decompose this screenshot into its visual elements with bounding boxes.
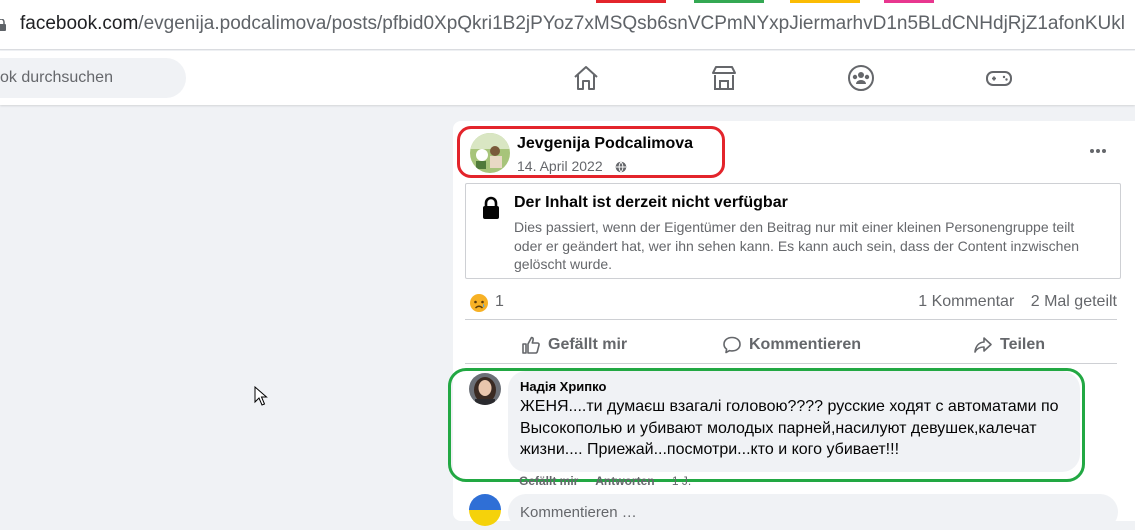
comment-reply-link[interactable]: Antworten <box>595 474 654 488</box>
mouse-cursor-icon <box>254 386 268 406</box>
tab-strip-pink <box>884 0 934 3</box>
tab-strip-yellow <box>790 0 860 3</box>
url-text[interactable]: facebook.com/evgenija.podcalimova/posts/… <box>20 13 1125 35</box>
comment-button[interactable]: Kommentieren <box>722 326 861 364</box>
search-input[interactable] <box>0 58 186 98</box>
groups-icon[interactable] <box>846 63 876 93</box>
like-button[interactable]: Gefällt mir <box>521 326 627 364</box>
comment-bubble-icon <box>723 336 741 354</box>
comment-count-link[interactable]: 1 Kommentar <box>918 293 1014 310</box>
secure-lock-icon[interactable] <box>0 19 6 31</box>
like-label: Gefällt mir <box>548 336 628 353</box>
red-highlight-annotation <box>457 126 725 178</box>
divider <box>465 363 1117 364</box>
thumbs-up-icon <box>522 336 540 354</box>
post-stats: 1 Kommentar 2 Mal geteilt <box>906 293 1117 311</box>
comment-actions: Gefällt mir Antworten 1 J. <box>519 474 705 488</box>
comment-like-link[interactable]: Gefällt mir <box>519 474 578 488</box>
padlock-icon <box>483 196 499 219</box>
sad-reaction-icon[interactable] <box>469 293 489 313</box>
facebook-header <box>0 51 1135 105</box>
unavailable-title: Der Inhalt ist derzeit nicht verfügbar <box>514 194 788 211</box>
unavailable-text: Dies passiert, wenn der Eigentümer den B… <box>514 219 1080 272</box>
more-dots-icon[interactable] <box>1083 141 1113 161</box>
divider <box>465 319 1117 320</box>
tab-strip-green <box>694 0 764 3</box>
url-host: facebook.com <box>20 13 139 34</box>
gaming-icon[interactable] <box>984 63 1014 93</box>
post-actions: Gefällt mir Kommentieren Teilen <box>465 326 1117 364</box>
reaction-count[interactable]: 1 <box>495 293 504 311</box>
write-comment-input[interactable] <box>508 494 1118 530</box>
reactions-row: 1 1 Kommentar 2 Mal geteilt <box>469 292 1129 316</box>
green-highlight-annotation <box>448 368 1085 482</box>
post-card: Jevgenija Podcalimova 14. April 2022 Der… <box>448 121 1135 530</box>
url-path: /evgenija.podcalimova/posts/pfbid0XpQkri… <box>138 13 1125 34</box>
share-arrow-icon <box>974 337 992 353</box>
home-icon[interactable] <box>571 63 601 93</box>
tab-strip-red <box>596 0 666 3</box>
share-button[interactable]: Teilen <box>973 326 1045 364</box>
share-label: Teilen <box>1000 336 1046 353</box>
browser-address-bar[interactable]: facebook.com/evgenija.podcalimova/posts/… <box>0 0 1135 50</box>
share-count-link[interactable]: 2 Mal geteilt <box>1031 293 1117 310</box>
comment-label: Kommentieren <box>749 336 862 353</box>
marketplace-icon[interactable] <box>709 63 739 93</box>
content-unavailable-notice: Der Inhalt ist derzeit nicht verfügbar D… <box>465 183 1121 279</box>
current-user-avatar[interactable] <box>469 494 501 526</box>
comment-age[interactable]: 1 J. <box>672 474 691 488</box>
